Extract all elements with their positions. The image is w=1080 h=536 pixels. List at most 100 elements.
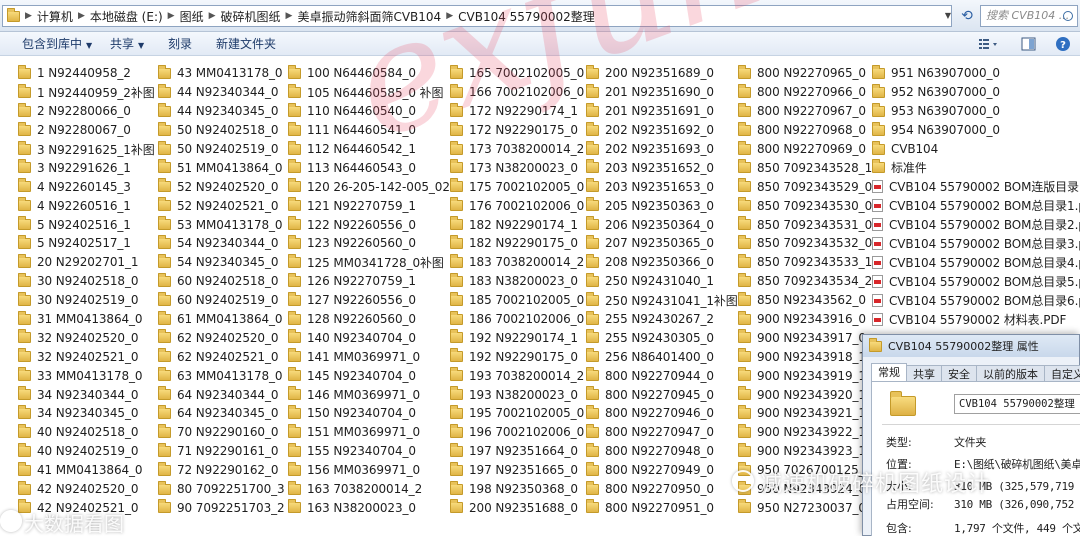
folder-item[interactable]: 850 7092343530_0 bbox=[738, 196, 872, 215]
folder-item[interactable]: 126 N92270759_1 bbox=[288, 272, 450, 291]
folder-item[interactable]: 32 N92402521_0 bbox=[18, 347, 155, 366]
folder-item[interactable]: 182 N92290174_1 bbox=[450, 215, 584, 234]
folder-item[interactable]: 41 MM0413864_0 bbox=[18, 461, 155, 480]
folder-item[interactable]: 197 N92351664_0 bbox=[450, 442, 584, 461]
folder-item[interactable]: 43 MM0413178_0 bbox=[158, 64, 285, 83]
breadcrumb-screen[interactable]: 美卓振动筛斜面筛CVB104 bbox=[297, 8, 441, 25]
folder-item[interactable]: 54 N92340345_0 bbox=[158, 253, 285, 272]
folder-item[interactable]: 140 N92340704_0 bbox=[288, 328, 450, 347]
folder-item[interactable]: 175 7002102005_0 bbox=[450, 177, 584, 196]
folder-item[interactable]: 64 N92340344_0 bbox=[158, 385, 285, 404]
address-path[interactable]: ▶ 计算机 ▶ 本地磁盘 (E:) ▶ 图纸 ▶ 破碎机图纸 ▶ 美卓振动筛斜面… bbox=[2, 5, 952, 27]
folder-item[interactable]: 900 N92343916_0 bbox=[738, 310, 872, 329]
folder-item[interactable]: 63 MM0413178_0 bbox=[158, 366, 285, 385]
folder-item[interactable]: 182 N92290175_0 bbox=[450, 234, 584, 253]
folder-item[interactable]: 33 MM0413178_0 bbox=[18, 366, 155, 385]
folder-item[interactable]: 800 N92270950_0 bbox=[586, 480, 738, 499]
folder-item[interactable]: 900 N92343919_1 bbox=[738, 366, 872, 385]
folder-item[interactable]: 71 N92290161_0 bbox=[158, 442, 285, 461]
folder-item[interactable]: 193 N38200023_0 bbox=[450, 385, 584, 404]
breadcrumb-separator[interactable]: ▶ bbox=[168, 11, 175, 21]
folder-item[interactable]: 165 7002102005_0 bbox=[450, 64, 584, 83]
change-view-button[interactable] bbox=[978, 36, 998, 52]
folder-item[interactable]: 900 N92343922_1 bbox=[738, 423, 872, 442]
folder-item[interactable]: 112 N64460542_1 bbox=[288, 140, 450, 159]
folder-item[interactable]: 62 N92402521_0 bbox=[158, 347, 285, 366]
folder-item[interactable]: 44 N92340344_0 bbox=[158, 83, 285, 102]
folder-item[interactable]: 70 N92290160_0 bbox=[158, 423, 285, 442]
folder-item[interactable]: 951 N63907000_0 bbox=[872, 64, 1080, 83]
folder-item[interactable]: 173 7038200014_2 bbox=[450, 140, 584, 159]
folder-item[interactable]: 标准件 bbox=[872, 158, 1080, 177]
folder-item[interactable]: 127 N92260556_0 bbox=[288, 291, 450, 310]
folder-item[interactable]: 850 7092343531_0 bbox=[738, 215, 872, 234]
folder-item[interactable]: 30 N92402519_0 bbox=[18, 291, 155, 310]
folder-item[interactable]: 800 N92270967_0 bbox=[738, 102, 872, 121]
breadcrumb-separator[interactable]: ▶ bbox=[446, 11, 453, 21]
folder-item[interactable]: 192 N92290175_0 bbox=[450, 347, 584, 366]
folder-item[interactable]: 53 MM0413178_0 bbox=[158, 215, 285, 234]
folder-item[interactable]: 950 N27230037_0 bbox=[738, 498, 872, 517]
folder-item[interactable]: 51 MM0413864_0 bbox=[158, 158, 285, 177]
folder-item[interactable]: 800 N92270948_0 bbox=[586, 442, 738, 461]
folder-item[interactable]: 31 MM0413864_0 bbox=[18, 310, 155, 329]
folder-item[interactable]: 208 N92350366_0 bbox=[586, 253, 738, 272]
folder-item[interactable]: 800 N92270949_0 bbox=[586, 461, 738, 480]
folder-item[interactable]: 163 7038200014_2 bbox=[288, 480, 450, 499]
file-item[interactable]: CVB104 55790002 BOM总目录3.pdf bbox=[872, 234, 1080, 253]
folder-item[interactable]: 207 N92350365_0 bbox=[586, 234, 738, 253]
tab-general[interactable]: 常规 bbox=[871, 363, 907, 383]
folder-item[interactable]: 192 N92290174_1 bbox=[450, 328, 584, 347]
folder-item[interactable]: 173 N38200023_0 bbox=[450, 158, 584, 177]
folder-item[interactable]: 30 N92402518_0 bbox=[18, 272, 155, 291]
folder-item[interactable]: 800 N92270947_0 bbox=[586, 423, 738, 442]
folder-item[interactable]: 105 N64460585_0 补图 bbox=[288, 83, 450, 102]
folder-item[interactable]: 155 N92340704_0 bbox=[288, 442, 450, 461]
folder-item[interactable]: 40 N92402518_0 bbox=[18, 423, 155, 442]
folder-item[interactable]: 113 N64460543_0 bbox=[288, 158, 450, 177]
folder-item[interactable]: 850 7092343533_1 bbox=[738, 253, 872, 272]
folder-item[interactable]: 800 N92270945_0 bbox=[586, 385, 738, 404]
folder-item[interactable]: 72 N92290162_0 bbox=[158, 461, 285, 480]
breadcrumb-computer[interactable]: 计算机 bbox=[37, 8, 73, 25]
folder-item[interactable]: 34 N92340344_0 bbox=[18, 385, 155, 404]
folder-item[interactable]: 145 N92340704_0 bbox=[288, 366, 450, 385]
breadcrumb-separator[interactable]: ▶ bbox=[209, 11, 216, 21]
folder-item[interactable]: 123 N92260560_0 bbox=[288, 234, 450, 253]
folder-item[interactable]: 1 N92440958_2 bbox=[18, 64, 155, 83]
folder-item[interactable]: 900 N92343920_1 bbox=[738, 385, 872, 404]
folder-item[interactable]: 255 N92430305_0 bbox=[586, 328, 738, 347]
folder-item[interactable]: 206 N92350364_0 bbox=[586, 215, 738, 234]
file-item[interactable]: CVB104 55790002 材料表.PDF bbox=[872, 310, 1080, 329]
folder-item[interactable]: 193 7038200014_2 bbox=[450, 366, 584, 385]
folder-item[interactable]: 202 N92351693_0 bbox=[586, 140, 738, 159]
folder-item[interactable]: 198 N92350368_0 bbox=[450, 480, 584, 499]
folder-item[interactable]: 954 N63907000_0 bbox=[872, 121, 1080, 140]
folder-item[interactable]: 121 N92270759_1 bbox=[288, 196, 450, 215]
folder-item[interactable]: CVB104 bbox=[872, 140, 1080, 159]
breadcrumb-current[interactable]: CVB104 55790002整理 bbox=[458, 8, 595, 25]
folder-item[interactable]: 850 7092343534_2 bbox=[738, 272, 872, 291]
folder-item[interactable]: 54 N92340344_0 bbox=[158, 234, 285, 253]
folder-item[interactable]: 255 N92430267_2 bbox=[586, 310, 738, 329]
folder-item[interactable]: 80 7092251700_3 bbox=[158, 480, 285, 499]
folder-item[interactable]: 196 7002102006_0 bbox=[450, 423, 584, 442]
breadcrumb-drive[interactable]: 本地磁盘 (E:) bbox=[90, 8, 163, 25]
folder-item[interactable]: 1 N92440959_2补图 bbox=[18, 83, 155, 102]
folder-item[interactable]: 150 N92340704_0 bbox=[288, 404, 450, 423]
folder-item[interactable]: 100 N64460584_0 bbox=[288, 64, 450, 83]
folder-item[interactable]: 900 N92343921_1 bbox=[738, 404, 872, 423]
folder-item[interactable]: 128 N92260560_0 bbox=[288, 310, 450, 329]
folder-item[interactable]: 203 N92351653_0 bbox=[586, 177, 738, 196]
folder-item[interactable]: 800 N92270946_0 bbox=[586, 404, 738, 423]
folder-item[interactable]: 800 N92270944_0 bbox=[586, 366, 738, 385]
file-item[interactable]: CVB104 55790002 BOM总目录1.pdf bbox=[872, 196, 1080, 215]
folder-item[interactable]: 183 7038200014_2 bbox=[450, 253, 584, 272]
folder-item[interactable]: 250 N92431041_1补图 bbox=[586, 291, 738, 310]
burn-button[interactable]: 刻录 bbox=[168, 32, 192, 56]
folder-item[interactable]: 125 MM0341728_0补图 bbox=[288, 253, 450, 272]
folder-item[interactable]: 800 N92270951_0 bbox=[586, 498, 738, 517]
folder-item[interactable]: 900 N92343918_1 bbox=[738, 347, 872, 366]
folder-item[interactable]: 197 N92351665_0 bbox=[450, 461, 584, 480]
dialog-titlebar[interactable]: CVB104 55790002整理 属性 bbox=[863, 335, 1079, 357]
